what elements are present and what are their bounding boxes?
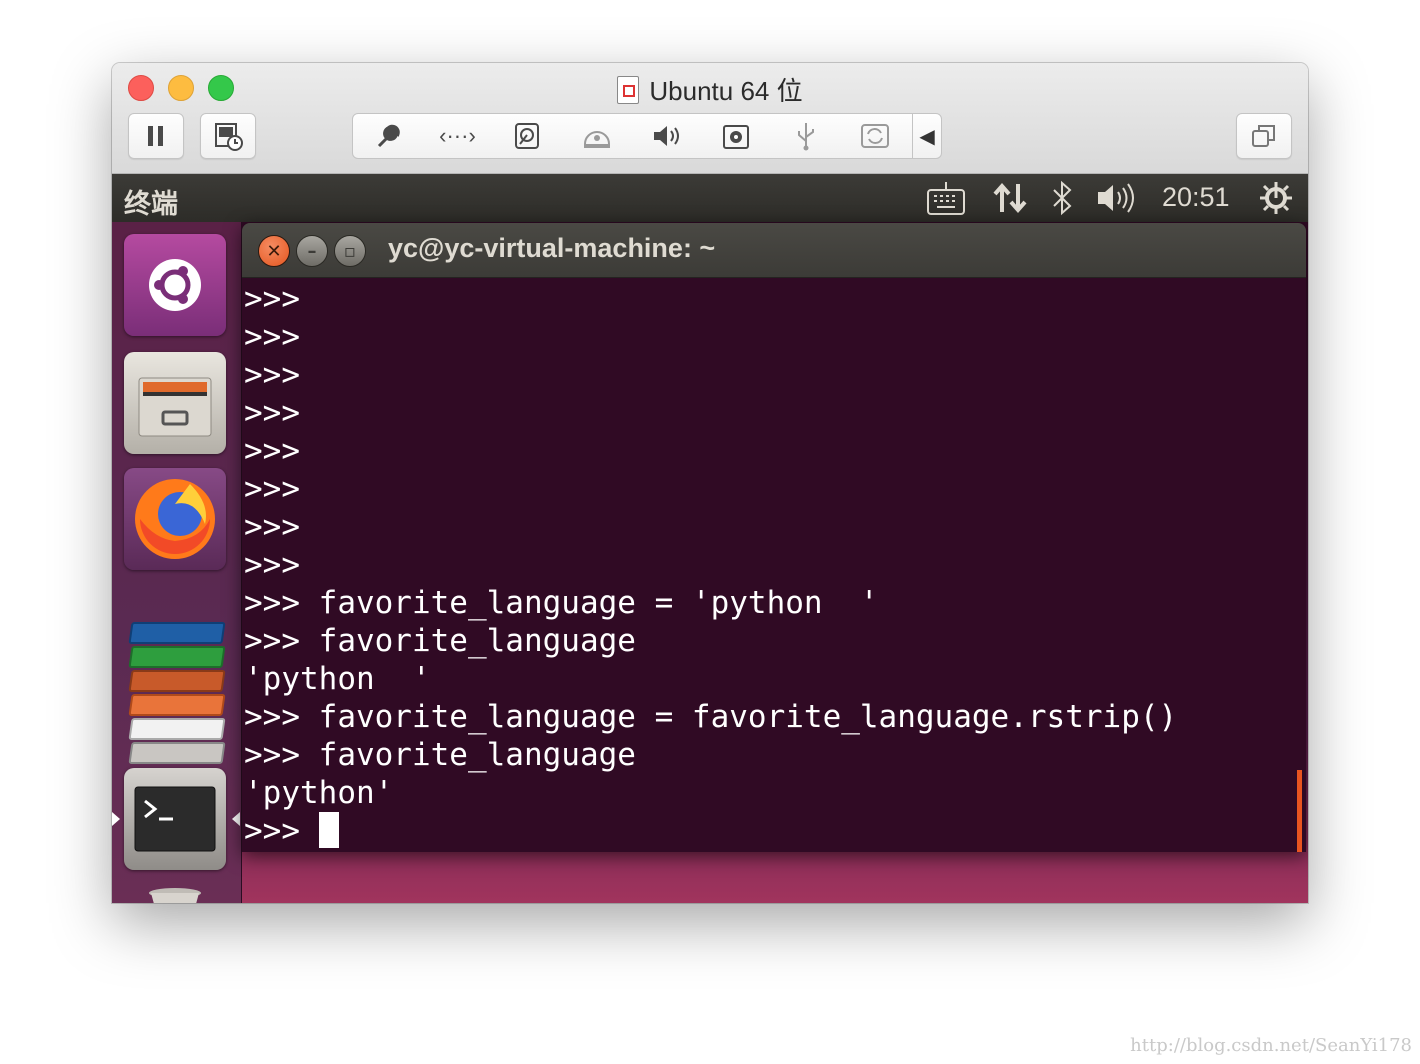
- terminal-line: 'python': [244, 775, 394, 811]
- window-title-container: Ubuntu 64 位: [112, 71, 1308, 108]
- power-gear-icon[interactable]: [1258, 180, 1294, 223]
- launcher-libreoffice-calc[interactable]: [128, 646, 226, 668]
- launcher-trash[interactable]: [124, 882, 226, 903]
- terminal-line: >>>: [244, 471, 300, 507]
- terminal-maximize-button[interactable]: ▫: [334, 235, 366, 267]
- speaker-icon[interactable]: [632, 114, 702, 158]
- network-updown-icon[interactable]: [992, 180, 1028, 223]
- clock[interactable]: 20:51: [1162, 182, 1230, 213]
- terminal-close-button[interactable]: ✕: [258, 235, 290, 267]
- restore-window-icon: [1252, 125, 1275, 147]
- chevron-left-icon[interactable]: ◀: [913, 114, 941, 158]
- optical-drive-icon[interactable]: [562, 114, 632, 158]
- launcher-firefox[interactable]: [124, 468, 226, 570]
- camera-icon[interactable]: [701, 114, 771, 158]
- pause-button[interactable]: [128, 113, 184, 159]
- launcher-system-settings[interactable]: [128, 742, 226, 764]
- terminal-line: 'python ': [244, 661, 431, 697]
- terminal-line: >>>: [244, 433, 300, 469]
- launcher-ubuntu-software[interactable]: [128, 694, 226, 716]
- terminal-line: >>>: [244, 395, 300, 431]
- active-app-title: 终端: [124, 189, 178, 219]
- terminal-title: yc@yc-virtual-machine: ~: [388, 233, 716, 263]
- volume-icon[interactable]: [1096, 180, 1140, 223]
- launcher-files[interactable]: [124, 352, 226, 454]
- terminal-titlebar: ✕ – ▫ yc@yc-virtual-machine: ~: [242, 223, 1306, 278]
- pause-icon: [148, 126, 163, 146]
- terminal-window: ✕ – ▫ yc@yc-virtual-machine: ~ >>> >>> >…: [242, 223, 1306, 852]
- terminal-scrollbar[interactable]: [1297, 770, 1302, 852]
- device-toolbar: ‹···› ◀: [352, 113, 942, 159]
- maximize-icon: ▫: [343, 240, 357, 262]
- launcher-focus-indicator: [232, 812, 240, 826]
- fullscreen-button[interactable]: [1236, 113, 1292, 159]
- bluetooth-icon[interactable]: [1050, 180, 1074, 223]
- launcher-libreoffice-writer[interactable]: [128, 622, 226, 644]
- terminal-icon: [134, 786, 216, 852]
- terminal-prompt-line[interactable]: >>>: [242, 812, 1302, 850]
- launcher-amazon[interactable]: [128, 718, 226, 740]
- terminal-prompt: >>>: [244, 813, 319, 849]
- unity-launcher: [112, 222, 242, 903]
- launcher-ubuntu-dash[interactable]: [124, 234, 226, 336]
- terminal-output[interactable]: >>> >>> >>> >>> >>> >>> >>> >>> >>> favo…: [242, 278, 1302, 852]
- vm-window: Ubuntu 64 位 ‹···› ◀ 终端 20:51 ✕ – ▫ yc@yc…: [112, 63, 1308, 903]
- window-title: Ubuntu 64 位: [649, 76, 803, 106]
- terminal-line: >>>: [244, 281, 300, 317]
- launcher-terminal[interactable]: [124, 768, 226, 870]
- wrench-icon[interactable]: [353, 114, 423, 158]
- launcher-active-indicator: [112, 812, 120, 826]
- terminal-line: >>>: [244, 547, 300, 583]
- vm-titlebar: Ubuntu 64 位 ‹···› ◀: [112, 63, 1308, 174]
- terminal-line: >>> favorite_language: [244, 737, 636, 773]
- ubuntu-top-panel: 终端 20:51: [112, 174, 1308, 222]
- usb-icon[interactable]: [771, 114, 841, 158]
- ubuntu-logo-icon: [149, 259, 201, 311]
- file-cabinet-icon: [138, 377, 212, 437]
- sync-icon[interactable]: [840, 114, 910, 158]
- vm-document-icon: [617, 76, 640, 104]
- network-icon[interactable]: ‹···›: [423, 114, 493, 158]
- text-cursor: [318, 812, 339, 848]
- terminal-minimize-button[interactable]: –: [296, 235, 328, 267]
- terminal-line: >>>: [244, 357, 300, 393]
- snapshot-icon: [215, 123, 243, 151]
- terminal-line: >>>: [244, 509, 300, 545]
- close-icon: ✕: [266, 240, 282, 262]
- firefox-icon: [135, 479, 215, 559]
- terminal-line: >>> favorite_language = favorite_languag…: [244, 699, 1178, 735]
- terminal-line: >>> favorite_language = 'python ': [244, 585, 879, 621]
- keyboard-icon[interactable]: [926, 180, 966, 223]
- trash-icon: [149, 888, 201, 903]
- hard-disk-icon[interactable]: [492, 114, 562, 158]
- minimize-icon: –: [307, 240, 317, 262]
- watermark: http://blog.csdn.net/SeanYi178: [1130, 1035, 1412, 1056]
- launcher-libreoffice-impress[interactable]: [128, 670, 226, 692]
- terminal-line: >>> favorite_language: [244, 623, 636, 659]
- snapshot-button[interactable]: [200, 113, 256, 159]
- terminal-line: >>>: [244, 319, 300, 355]
